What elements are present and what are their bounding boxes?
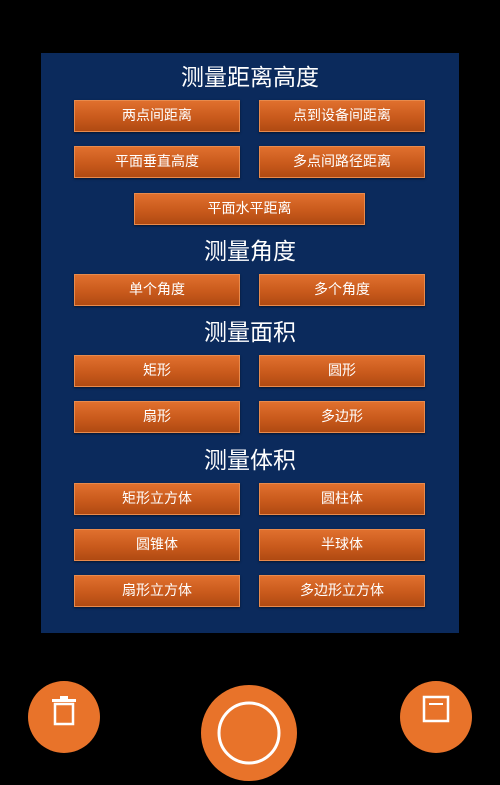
menu-button[interactable] (400, 681, 472, 753)
sector-cuboid-button[interactable]: 扇形立方体 (74, 575, 240, 607)
circle-button[interactable]: 圆形 (259, 355, 425, 387)
horizontal-distance-button[interactable]: 平面水平距离 (134, 193, 365, 225)
measurement-menu-panel: 测量距离高度 两点间距离 点到设备间距离 平面垂直高度 多点间路径距离 平面水平… (41, 53, 459, 633)
square-icon (422, 695, 450, 723)
polygon-cuboid-button[interactable]: 多边形立方体 (259, 575, 425, 607)
vertical-height-button[interactable]: 平面垂直高度 (74, 146, 240, 178)
single-angle-button[interactable]: 单个角度 (74, 274, 240, 306)
point-to-device-distance-button[interactable]: 点到设备间距离 (259, 100, 425, 132)
multiple-angles-button[interactable]: 多个角度 (259, 274, 425, 306)
multi-point-path-button[interactable]: 多点间路径距离 (259, 146, 425, 178)
cone-button[interactable]: 圆锥体 (74, 529, 240, 561)
polygon-button[interactable]: 多边形 (259, 401, 425, 433)
two-point-distance-button[interactable]: 两点间距离 (74, 100, 240, 132)
section-title-distance: 测量距离高度 (181, 65, 319, 91)
rectangle-button[interactable]: 矩形 (74, 355, 240, 387)
trash-icon (52, 696, 76, 726)
rectangular-cuboid-button[interactable]: 矩形立方体 (74, 483, 240, 515)
sector-button[interactable]: 扇形 (74, 401, 240, 433)
section-title-angle: 测量角度 (204, 239, 296, 265)
section-title-area: 测量面积 (204, 320, 296, 346)
delete-button[interactable] (28, 681, 100, 753)
cylinder-button[interactable]: 圆柱体 (259, 483, 425, 515)
capture-button[interactable] (201, 685, 297, 781)
circle-icon (217, 701, 281, 765)
section-title-volume: 测量体积 (204, 448, 296, 474)
hemisphere-button[interactable]: 半球体 (259, 529, 425, 561)
